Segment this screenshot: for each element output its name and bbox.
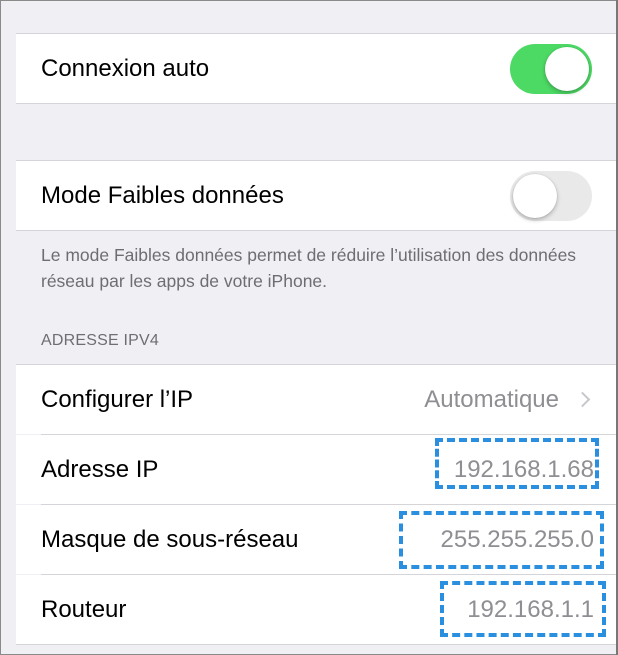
toggle-knob xyxy=(545,46,589,91)
ipv4-section-header: ADRESSE IPV4 xyxy=(41,332,160,349)
ip-address-highlight xyxy=(435,438,599,489)
low-data-mode-toggle[interactable] xyxy=(510,170,592,221)
configure-ip-row[interactable]: Configurer l’IP Automatique xyxy=(16,365,616,434)
low-data-mode-description: Le mode Faibles données permet de réduir… xyxy=(41,245,577,291)
separator xyxy=(16,230,616,231)
ip-address-label: Adresse IP xyxy=(41,455,159,483)
configure-ip-label: Configurer l’IP xyxy=(41,385,194,413)
router-label: Routeur xyxy=(41,595,127,623)
chevron-right-icon xyxy=(574,391,591,408)
configure-ip-value: Automatique xyxy=(424,385,559,413)
auto-join-label: Connexion auto xyxy=(41,54,210,82)
settings-screen: Connexion auto Mode Faibles données Le m… xyxy=(0,0,618,655)
auto-join-row: Connexion auto xyxy=(16,34,616,103)
subnet-mask-highlight xyxy=(399,511,604,569)
router-highlight xyxy=(440,581,606,637)
section-gap xyxy=(16,104,618,160)
top-gap xyxy=(16,1,618,33)
low-data-mode-row: Mode Faibles données xyxy=(16,161,616,230)
subnet-mask-label: Masque de sous-réseau xyxy=(41,525,299,553)
toggle-knob xyxy=(513,173,557,218)
bottom-gap xyxy=(16,645,618,654)
low-data-mode-label: Mode Faibles données xyxy=(41,181,284,209)
auto-join-toggle[interactable] xyxy=(510,43,592,94)
